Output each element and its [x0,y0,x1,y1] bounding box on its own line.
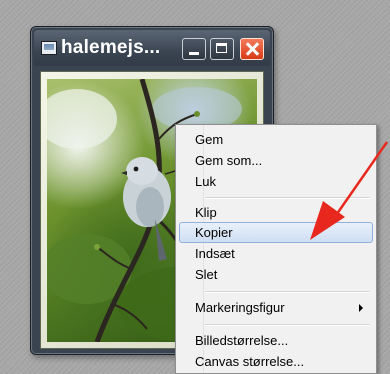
menu-item-klip[interactable]: Klip [179,202,373,223]
context-menu: Gem Gem som... Luk Klip Kopier Indsæt Sl… [175,124,377,374]
menu-item-canvas-storrelse[interactable]: Canvas størrelse... [179,351,373,372]
menu-separator [205,197,370,199]
close-button[interactable] [240,38,264,60]
menu-item-luk[interactable]: Luk [179,171,373,192]
menu-separator [205,324,370,326]
menu-item-gem[interactable]: Gem [179,129,373,150]
submenu-arrow-icon [359,304,363,312]
menu-item-gem-som[interactable]: Gem som... [179,150,373,171]
menu-item-label: Markeringsfigur [195,300,285,315]
menu-item-slet[interactable]: Slet [179,264,373,285]
window-title: halemejs... [61,37,161,58]
maximize-button[interactable] [210,38,234,60]
menu-item-kopier[interactable]: Kopier [179,222,373,243]
minimize-button[interactable] [182,38,206,60]
menu-item-indsaet[interactable]: Indsæt [179,243,373,264]
menu-item-billedstorrelse[interactable]: Billedstørrelse... [179,330,373,351]
app-icon[interactable] [41,41,57,55]
title-bar[interactable]: halemejs... [34,30,270,66]
menu-separator [205,291,370,293]
menu-item-markeringsfigur[interactable]: Markeringsfigur [179,297,373,318]
